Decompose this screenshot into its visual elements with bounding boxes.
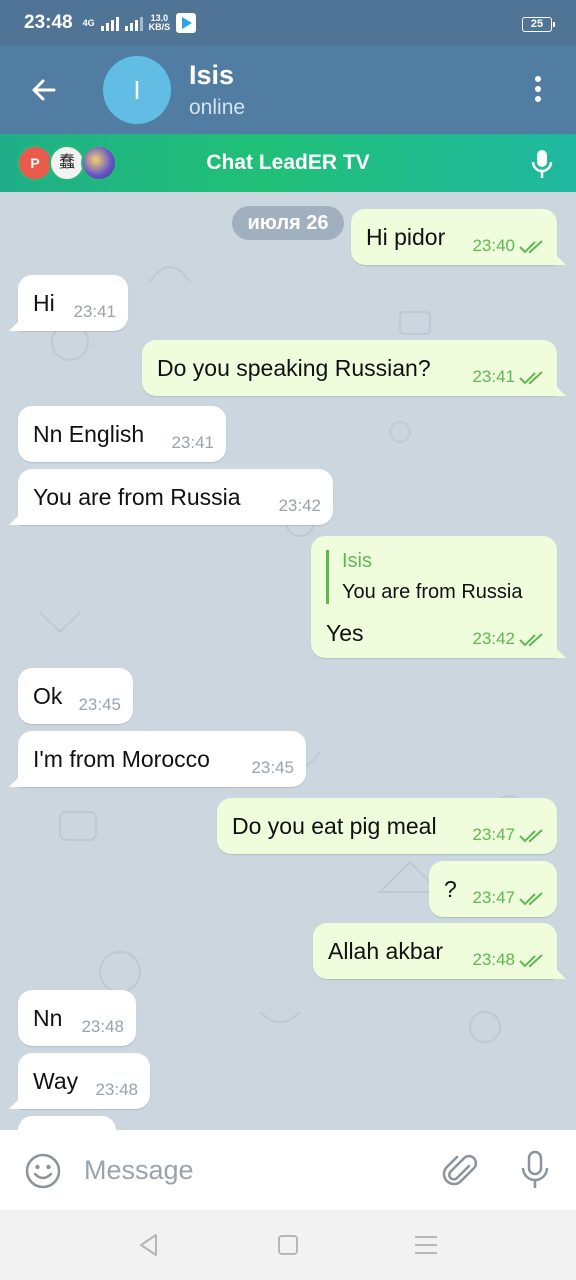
message-bubble-incoming[interactable]: Nn 23:48	[18, 990, 136, 1046]
reply-quote[interactable]: Isis You are from Russia	[326, 550, 522, 604]
double-check-icon	[519, 954, 543, 968]
message-bubble-outgoing[interactable]: ? 23:47	[429, 861, 557, 917]
status-time: 23:48	[24, 12, 73, 33]
nav-home-icon[interactable]	[278, 1235, 298, 1255]
message-bubble-incoming[interactable]: Nn English 23:41	[18, 406, 226, 462]
attach-icon[interactable]	[442, 1152, 480, 1190]
message-bubble-outgoing[interactable]: Do you speaking Russian? 23:41	[142, 340, 566, 396]
message-input[interactable]	[84, 1148, 414, 1192]
message-time: 23:40	[472, 236, 515, 255]
double-check-icon	[519, 829, 543, 843]
network-speed: 13.0 KB/S	[149, 14, 171, 32]
message-text: I'm from Morocco	[33, 746, 210, 772]
message-time: 23:41	[472, 367, 515, 386]
message-text: Nn	[33, 1005, 63, 1031]
message-time: 23:42	[472, 629, 515, 648]
message-time: 23:45	[78, 695, 121, 714]
group-call-bar[interactable]: P 蠢 Chat LeadER TV	[0, 134, 576, 192]
message-bubble-incoming[interactable]: Way 23:48	[9, 1053, 150, 1109]
signal-icon-2	[124, 15, 143, 31]
message-time: 23:47	[472, 825, 515, 844]
message-composer	[0, 1130, 576, 1210]
more-vert-icon[interactable]	[530, 76, 546, 106]
back-arrow-icon[interactable]	[24, 70, 64, 110]
date-badge: июля 26	[232, 206, 344, 240]
double-check-icon	[519, 371, 543, 385]
network-type: 4G	[82, 18, 95, 28]
message-bubble-outgoing[interactable]: Do you eat pig meal 23:47	[217, 798, 557, 854]
double-check-icon	[519, 633, 543, 647]
microphone-icon[interactable]	[528, 148, 556, 180]
signal-icon	[100, 15, 119, 31]
message-bubble-incoming[interactable]: You are from Russia 23:42	[9, 469, 333, 525]
message-time: 23:48	[95, 1080, 138, 1099]
message-text: ?	[444, 876, 457, 902]
message-text: Do you speaking Russian?	[157, 355, 431, 381]
nav-back-icon[interactable]	[136, 1232, 162, 1258]
message-text: Yes	[326, 620, 364, 646]
message-time: 23:45	[251, 758, 294, 777]
message-text: Do you eat pig meal	[232, 813, 437, 839]
emoji-icon[interactable]	[24, 1152, 62, 1190]
message-time: 23:47	[472, 888, 515, 907]
status-bar: 23:48 4G 13.0 KB/S 25	[0, 0, 576, 46]
battery-icon: 25	[522, 17, 555, 32]
message-bubble-incoming[interactable]: Ok 23:45	[18, 668, 133, 724]
nav-recents-icon[interactable]	[415, 1236, 437, 1260]
message-bubble-incoming[interactable]: I'm from Morocco 23:45	[9, 731, 306, 787]
message-text: Hi	[33, 290, 55, 316]
chat-header: I Isis online	[0, 46, 576, 134]
double-check-icon	[519, 892, 543, 906]
speed-unit: KB/S	[148, 22, 171, 32]
message-time: 23:41	[171, 433, 214, 452]
message-bubble-outgoing[interactable]: Hi pidor 23:40	[351, 209, 566, 265]
message-text: Ok	[33, 683, 63, 709]
contact-status: online	[189, 96, 246, 119]
message-bubble-outgoing[interactable]: Allah akbar 23:48	[313, 923, 566, 979]
message-bubble-incoming-partial[interactable]	[18, 1116, 116, 1130]
double-check-icon	[519, 240, 543, 254]
message-text: Allah akbar	[328, 938, 444, 964]
group-call-title: Chat LeadER TV	[206, 151, 370, 174]
message-bubble-outgoing-reply[interactable]: Isis You are from Russia Yes 23:42	[311, 536, 566, 658]
message-time: 23:48	[472, 950, 515, 969]
message-time: 23:42	[278, 496, 321, 515]
status-left-icons: 4G 13.0 KB/S	[83, 13, 197, 33]
microphone-icon[interactable]	[518, 1150, 552, 1190]
message-text: Nn English	[33, 421, 145, 447]
message-text: You are from Russia	[33, 484, 241, 510]
message-time: 23:41	[73, 302, 116, 321]
system-nav-bar	[0, 1210, 576, 1280]
message-time: 23:48	[81, 1017, 124, 1036]
reply-author: Isis	[342, 550, 372, 572]
avatar[interactable]: I	[103, 56, 171, 124]
play-store-icon	[176, 13, 197, 33]
message-text: Hi pidor	[366, 224, 446, 250]
contact-name[interactable]: Isis	[189, 60, 234, 91]
message-bubble-incoming[interactable]: Hi 23:41	[9, 275, 128, 331]
message-text: Way	[33, 1068, 79, 1094]
reply-text: You are from Russia	[342, 581, 523, 603]
message-list[interactable]: июля 26 Hi pidor 23:40 Hi 23:41 Do you s…	[0, 192, 576, 1130]
